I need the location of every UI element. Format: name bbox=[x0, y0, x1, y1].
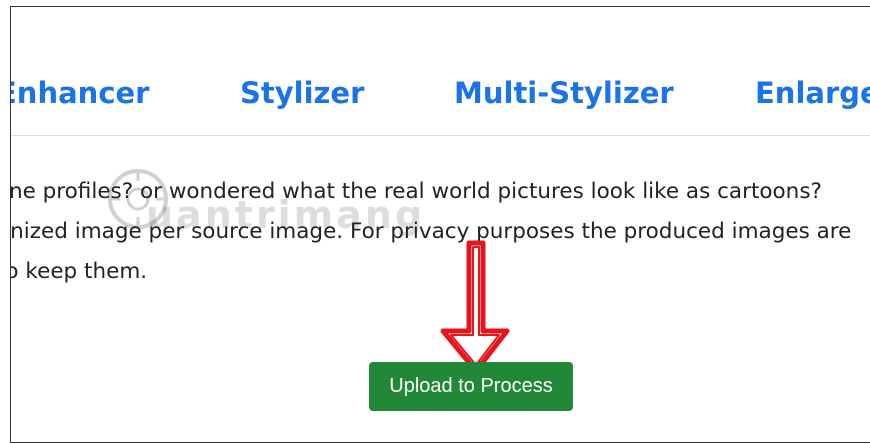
description-line: line profiles? or wondered what the real… bbox=[10, 179, 822, 204]
nav-link-enlarger[interactable]: Enlarger bbox=[755, 73, 870, 113]
nav-link-enhancer[interactable]: Enhancer bbox=[11, 73, 149, 113]
tool-nav: Enhancer Stylizer Multi-Stylizer Enlarge… bbox=[11, 7, 870, 136]
red-arrow-down-icon bbox=[440, 240, 510, 374]
nav-link-stylizer[interactable]: Stylizer bbox=[240, 73, 364, 113]
nav-link-multi-stylizer[interactable]: Multi-Stylizer bbox=[454, 73, 674, 113]
page-frame: Enhancer Stylizer Multi-Stylizer Enlarge… bbox=[10, 6, 870, 443]
upload-to-process-button[interactable]: Upload to Process bbox=[369, 362, 573, 411]
